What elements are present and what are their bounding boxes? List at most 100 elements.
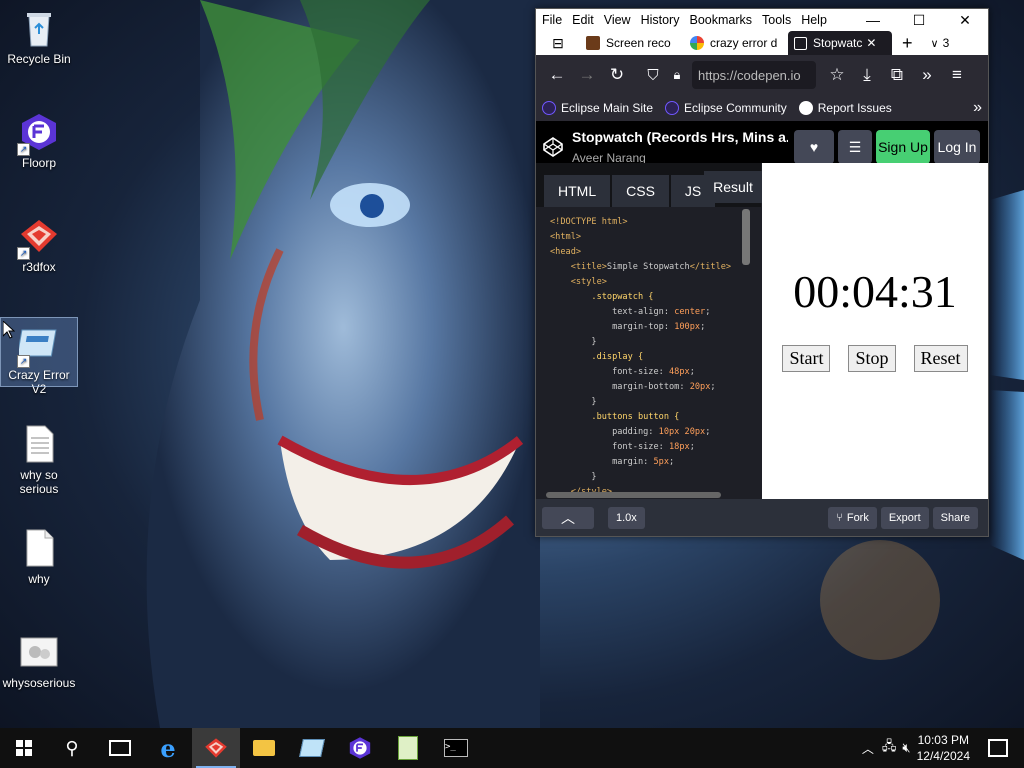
menu-bookmarks[interactable]: Bookmarks [689,13,752,27]
share-button[interactable]: Share [932,506,978,529]
close-button[interactable]: ✕ [942,12,988,29]
desktop-icon-label: why so serious [19,468,59,496]
stopwatch-buttons: Start Stop Reset [762,345,988,372]
bookmarks-overflow-icon[interactable]: » [973,99,982,117]
clock[interactable]: 10:03 PM 12/4/2024 [917,732,970,764]
volume-muted-icon[interactable]: 🔇︎ [902,740,910,756]
code-line: <style> [570,277,607,287]
menu-help[interactable]: Help [801,13,827,27]
horizontal-scrollbar[interactable] [546,492,721,498]
tab-result[interactable]: Result [704,171,762,203]
fork-button[interactable]: ⑂ Fork [828,506,877,529]
taskbar-r3dfox[interactable] [192,728,240,768]
taskbar-file-explorer[interactable] [240,728,288,768]
blank-file-icon [19,528,59,568]
minimize-button[interactable]: — [850,12,896,29]
menu-history[interactable]: History [641,13,680,27]
log-in-button[interactable]: Log In [934,130,980,164]
code-line: .buttons button { [550,412,680,422]
navigation-bar: ← → ↻ ⛉ 🔒︎ https://codepen.io ☆ ⤓ ⧉ » ≡ [536,55,988,95]
pen-title[interactable]: Stopwatch (Records Hrs, Mins a... [572,129,788,145]
vertical-scrollbar[interactable] [742,209,750,265]
taskbar-ie[interactable]: e [144,728,192,768]
taskbar-floorp[interactable] [336,728,384,768]
start-button[interactable]: Start [782,345,831,372]
desktop-icon-why-so-serious[interactable]: why so serious [1,424,77,496]
settings-file-icon [19,632,59,672]
desktop-icon-floorp[interactable]: ↗ Floorp [1,112,77,170]
desktop-icon-whysoserious[interactable]: whysoserious [1,632,77,690]
show-hidden-icons-chevron-icon[interactable]: ︿ [862,740,874,757]
codepen-favicon-icon [794,36,807,50]
start-button[interactable] [0,728,48,768]
tab-bar: ⊟ Screen reco crazy error d Stopwatc ✕ +… [536,31,988,55]
extensions-icon[interactable]: ⧉ [882,65,912,85]
reset-button[interactable]: Reset [913,345,968,372]
desktop-icon-label: Recycle Bin [7,52,71,66]
task-view-icon [109,740,131,756]
taskbar-notepad-plus[interactable] [384,728,432,768]
windows-logo-icon [16,740,32,756]
console-toggle-button[interactable]: ︿ [542,506,594,529]
bookmark-report-issues[interactable]: Report Issues [798,101,892,115]
heart-button[interactable]: ♥ [794,130,834,164]
codepen-logo-icon[interactable] [542,136,564,158]
chevron-up-icon: ︿ [561,509,575,526]
stop-button[interactable]: Stop [848,345,896,372]
network-icon[interactable]: 🖧︎ [882,737,897,759]
text-document-icon [19,424,59,464]
change-view-button[interactable]: ☰ [838,130,872,164]
zoom-button[interactable]: 1.0x [608,506,645,529]
overflow-chevron-icon[interactable]: » [912,65,942,85]
code-editor[interactable]: <!DOCTYPE html> <html> <head> <title>Simpl… [550,215,731,500]
new-tab-button[interactable]: + [902,33,913,54]
export-button[interactable]: Export [880,506,929,529]
task-view-button[interactable] [96,728,144,768]
tab-css[interactable]: CSS [612,175,669,207]
tab-crazy-error[interactable]: crazy error d [684,31,788,55]
codepen-footer: ︿ 1.0x ⑂ Fork Export Share [536,499,988,536]
tab-stopwatch[interactable]: Stopwatc ✕ [788,31,892,55]
url-bar[interactable]: https://codepen.io [692,61,816,89]
tab-screen-recorder[interactable]: Screen reco [580,31,684,55]
terminal-icon: >_ [444,739,468,757]
maximize-button[interactable]: ☐ [896,12,942,29]
desktop-icon-recycle-bin[interactable]: Recycle Bin [1,8,77,66]
desktop-icon-label: r3dfox [22,260,56,274]
lock-icon[interactable]: 🔒︎ [668,67,686,83]
notifications-icon[interactable] [988,739,1008,757]
tab-html[interactable]: HTML [544,175,611,207]
reload-button[interactable]: ↻ [602,65,632,85]
tab-overview-button[interactable]: ⊟ [536,31,580,55]
back-button[interactable]: ← [542,65,572,85]
taskbar-command-prompt[interactable]: >_ [432,728,480,768]
sign-up-button[interactable]: Sign Up [876,130,930,164]
code-line: margin-top: 100px; [550,322,706,332]
desktop-icon-why[interactable]: why [1,528,77,586]
bookmark-star-icon[interactable]: ☆ [822,65,852,85]
window-controls: — ☐ ✕ [850,12,988,29]
bookmark-eclipse-main[interactable]: Eclipse Main Site [542,101,653,115]
desktop-icon-r3dfox[interactable]: ↗ r3dfox [1,216,77,274]
download-icon[interactable]: ⤓ [852,65,882,85]
forward-button[interactable]: → [572,65,602,85]
search-button[interactable]: ⚲ [48,728,96,768]
menu-edit[interactable]: Edit [572,13,594,27]
tab-list-button[interactable]: ∨ 3 [931,36,950,50]
bookmark-eclipse-community[interactable]: Eclipse Community [665,101,787,115]
menu-view[interactable]: View [604,13,631,27]
browser-window: File Edit View History Bookmarks Tools H… [535,8,989,537]
hamburger-menu-icon[interactable]: ≡ [942,65,972,85]
taskbar-crazy-error[interactable] [288,728,336,768]
github-icon [798,101,813,115]
shortcut-arrow-icon: ↗ [17,355,30,368]
menu-file[interactable]: File [542,13,562,27]
result-pane: Result 00:04:31 Start Stop Reset [704,163,988,499]
tab-label: crazy error d [710,36,778,50]
bookmarks-bar: Eclipse Main Site Eclipse Community Repo… [536,95,988,121]
menu-tools[interactable]: Tools [762,13,791,27]
tab-close-icon[interactable]: ✕ [866,36,876,50]
shield-icon[interactable]: ⛉ [638,67,668,84]
r3dfox-icon [205,738,227,758]
code-line: <title>Simple Stopwatch</title> [570,262,732,272]
